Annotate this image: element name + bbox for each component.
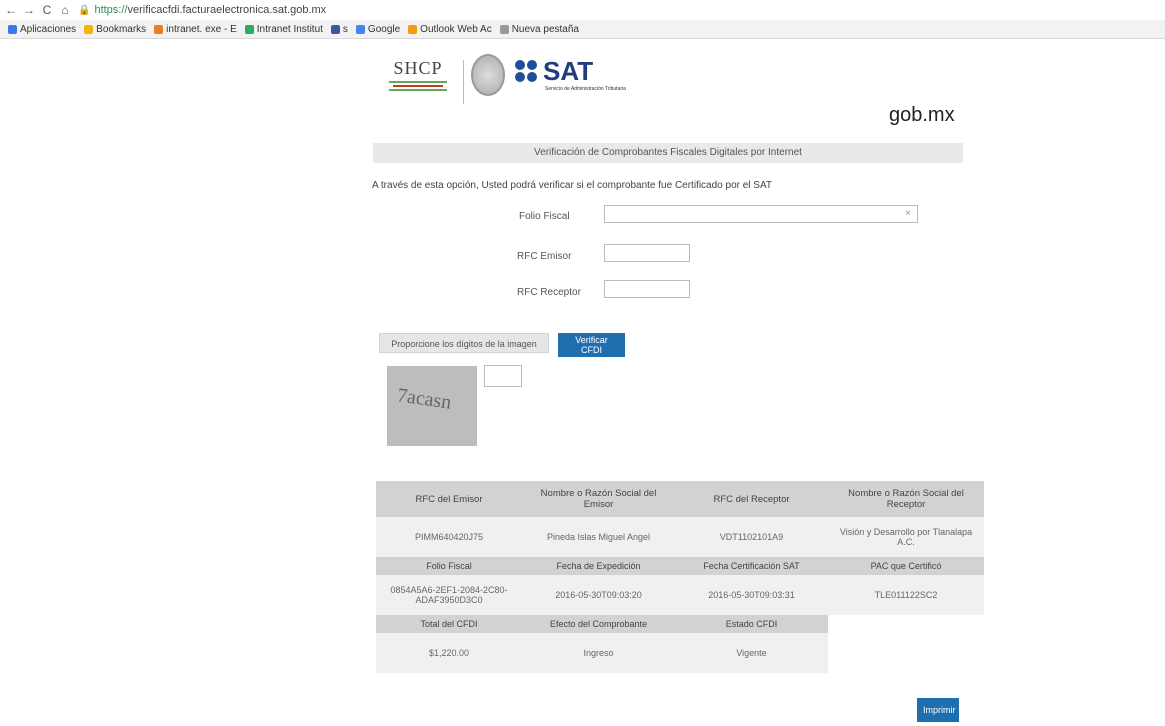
captcha-input[interactable] xyxy=(484,365,522,387)
print-button[interactable]: Imprimir xyxy=(917,698,959,722)
bookmark-item[interactable]: Nueva pestaña xyxy=(499,24,579,35)
table-cell: TLE011122SC2 xyxy=(828,575,984,615)
site-icon xyxy=(244,24,254,34)
page-title: Verificación de Comprobantes Fiscales Di… xyxy=(373,143,963,163)
table-cell: Ingreso xyxy=(522,633,675,673)
sat-logo-text: SAT xyxy=(543,56,594,86)
google-icon xyxy=(355,24,365,34)
lock-icon: 🔒 xyxy=(78,4,91,16)
star-icon xyxy=(84,24,94,34)
national-seal-icon xyxy=(471,54,505,96)
table-header-cell: Efecto del Comprobante xyxy=(522,615,675,633)
forward-arrow-icon[interactable]: → xyxy=(22,3,36,17)
table-header-cell: RFC del Emisor xyxy=(376,481,522,517)
apps-grid-icon xyxy=(8,24,17,34)
table-header-cell: Fecha Certificación SAT xyxy=(675,557,828,575)
table-cell: VDT1102101A9 xyxy=(675,517,828,557)
table-cell: $1,220.00 xyxy=(376,633,522,673)
bookmark-item[interactable]: intranet. exe - E xyxy=(154,24,237,35)
url-text[interactable]: https://verificacfdi.facturaelectronica.… xyxy=(94,4,326,16)
address-bar: ← → C ⌂ 🔒 https://verificacfdi.facturael… xyxy=(0,0,1165,20)
table-header-cell: RFC del Receptor xyxy=(675,481,828,517)
folio-fiscal-label: Folio Fiscal xyxy=(519,211,570,222)
bookmark-item[interactable]: Outlook Web Ac xyxy=(408,24,492,35)
sat-logo-icon xyxy=(515,60,539,84)
table-cell: Vigente xyxy=(675,633,828,673)
results-table: RFC del Emisor Nombre o Razón Social del… xyxy=(376,481,984,673)
logo-divider xyxy=(463,60,464,104)
page-icon xyxy=(499,24,509,34)
intro-text: A través de esta opción, Usted podrá ver… xyxy=(372,180,773,191)
bookmark-item[interactable]: Aplicaciones xyxy=(8,24,76,35)
bookmark-item[interactable]: Intranet Institut xyxy=(244,24,323,35)
outlook-icon xyxy=(408,24,418,34)
back-arrow-icon[interactable]: ← xyxy=(4,3,18,17)
site-header: SHCP SAT Servicio de Administración Trib… xyxy=(375,42,963,137)
table-cell: Pineda Islas Miguel Angel xyxy=(522,517,675,557)
facebook-icon xyxy=(330,24,340,34)
bookmarks-bar: Aplicaciones Bookmarks intranet. exe - E In… xyxy=(0,20,1165,39)
bookmark-item[interactable]: Google xyxy=(355,24,400,35)
captcha-instructions: Proporcione los dígitos de la imagen xyxy=(379,333,549,353)
bookmark-item[interactable]: s xyxy=(330,24,348,35)
rfc-emisor-input[interactable] xyxy=(604,244,690,262)
rfc-receptor-input[interactable] xyxy=(604,280,690,298)
table-cell: 0854A5A6-2EF1-2084-2C80-ADAF3950D3C0 xyxy=(376,575,522,615)
table-header-cell: Folio Fiscal xyxy=(376,557,522,575)
site-icon xyxy=(154,24,164,34)
home-icon[interactable]: ⌂ xyxy=(58,3,72,17)
bookmark-item[interactable]: Bookmarks xyxy=(84,24,146,35)
rfc-receptor-label: RFC Receptor xyxy=(517,287,581,298)
table-cell: 2016-05-30T09:03:31 xyxy=(675,575,828,615)
folio-fiscal-input[interactable] xyxy=(604,205,918,223)
table-header-cell: PAC que Certificó xyxy=(828,557,984,575)
table-header-cell: Estado CFDI xyxy=(675,615,828,633)
shcp-logo: SHCP xyxy=(383,58,453,93)
verify-cfdi-button[interactable]: Verificar CFDI xyxy=(558,333,625,357)
captcha-image: 7acasn xyxy=(387,366,477,446)
table-cell: 2016-05-30T09:03:20 xyxy=(522,575,675,615)
gobmx-logo[interactable]: gob.mx xyxy=(889,104,955,127)
clear-icon[interactable]: × xyxy=(905,208,911,219)
table-cell: PIMM640420J75 xyxy=(376,517,522,557)
reload-icon[interactable]: C xyxy=(40,3,54,17)
sat-subtitle: Servicio de Administración Tributaria xyxy=(545,86,626,92)
table-header-cell: Fecha de Expedición xyxy=(522,557,675,575)
table-header-cell: Nombre o Razón Social del Emisor xyxy=(522,481,675,517)
table-cell: Visión y Desarrollo por Tlanalapa A.C. xyxy=(828,517,984,557)
table-header-cell: Total del CFDI xyxy=(376,615,522,633)
table-header-cell: Nombre o Razón Social del Receptor xyxy=(828,481,984,517)
rfc-emisor-label: RFC Emisor xyxy=(517,251,572,262)
